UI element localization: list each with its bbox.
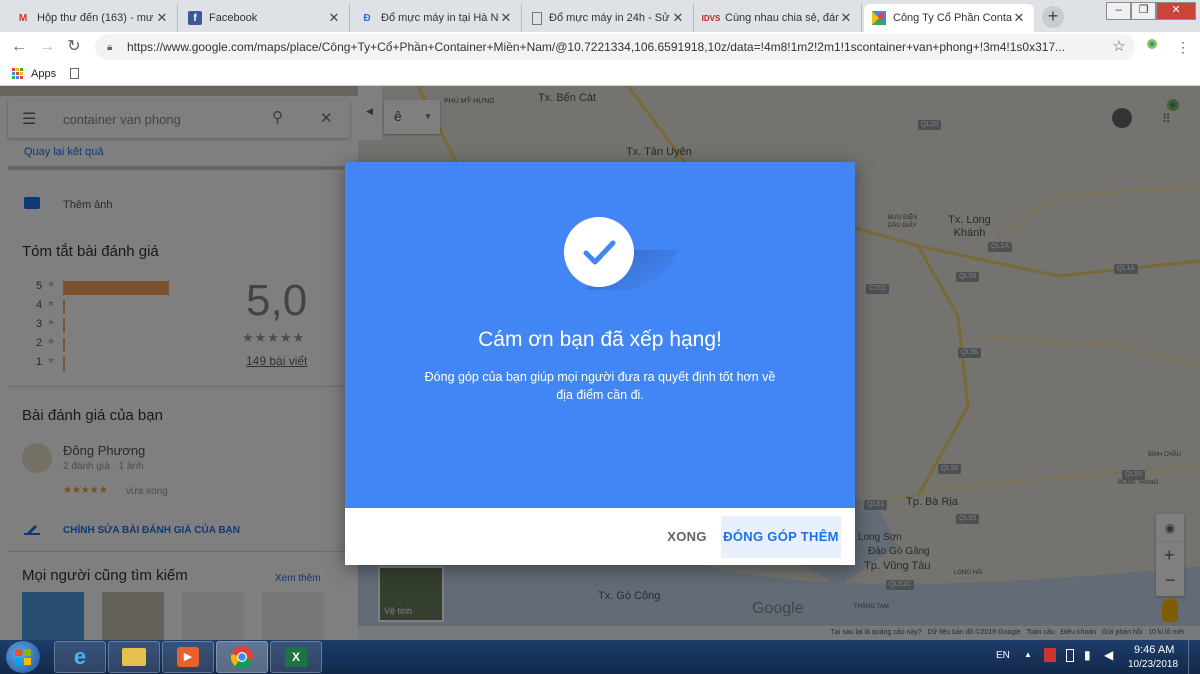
- clock-date[interactable]: 10/23/2018: [1128, 659, 1178, 670]
- tab-title: Công Ty Cổ Phần Conta: [893, 12, 1012, 24]
- tab-strip: M Hộp thư đến (163) - mư ✕ f Facebook ✕ …: [0, 0, 1200, 32]
- lock-icon: 🔒︎: [107, 41, 113, 53]
- dialog-title: Cám ơn bạn đã xếp hạng!: [478, 328, 722, 351]
- tab-title: Đổ mực máy in tại Hà Nộ: [381, 12, 499, 24]
- window-close-button[interactable]: ✕: [1156, 2, 1196, 20]
- dialog-header: Cám ơn bạn đã xếp hạng! Đóng góp của bạn…: [345, 162, 855, 508]
- excel-icon[interactable]: X: [270, 641, 322, 673]
- close-icon[interactable]: ✕: [499, 10, 513, 26]
- minimize-button[interactable]: –: [1106, 2, 1131, 20]
- network-icon[interactable]: ▮: [1084, 648, 1091, 662]
- file-explorer-icon[interactable]: [108, 641, 160, 673]
- url-text: https://www.google.com/maps/place/Công+T…: [127, 40, 1066, 54]
- maps-content: ☰ container van phong ⚲ ✕ Quay lại kết q…: [0, 86, 1200, 640]
- tab-gmail[interactable]: M Hộp thư đến (163) - mư ✕: [8, 4, 178, 32]
- gmail-icon: M: [18, 12, 28, 24]
- close-icon[interactable]: ✕: [155, 10, 169, 26]
- menu-icon[interactable]: ⋮: [1172, 36, 1194, 58]
- internet-explorer-icon[interactable]: e: [54, 641, 106, 673]
- show-desktop-button[interactable]: [1188, 640, 1200, 674]
- check-circle: [564, 217, 634, 287]
- bookmarks-bar: Apps: [0, 62, 1200, 86]
- tab-google-maps[interactable]: Công Ty Cổ Phần Conta ✕: [864, 4, 1034, 32]
- extension-icon[interactable]: [1141, 36, 1163, 58]
- tab-title: Cùng nhau chia sẻ, đánh: [725, 12, 839, 24]
- close-icon[interactable]: ✕: [1012, 10, 1026, 26]
- restore-button[interactable]: ❐: [1131, 2, 1156, 20]
- new-tab-button[interactable]: +: [1042, 6, 1064, 28]
- page-icon: Ð: [363, 12, 371, 24]
- clock-time[interactable]: 9:46 AM: [1134, 644, 1174, 656]
- forward-arrow-icon[interactable]: →: [36, 36, 58, 58]
- close-icon[interactable]: ✕: [671, 10, 685, 26]
- apps-icon[interactable]: [12, 68, 23, 79]
- tab-do-muc-24h[interactable]: Đổ mực máy in 24h - Sử ✕: [524, 4, 694, 32]
- volume-icon[interactable]: ◀: [1104, 648, 1113, 662]
- document-icon: [532, 11, 542, 25]
- close-icon[interactable]: ✕: [839, 10, 853, 26]
- thank-you-dialog: Cám ơn bạn đã xếp hạng! Đóng góp của bạn…: [345, 162, 855, 565]
- tab-title: Facebook: [209, 12, 258, 24]
- flag-icon[interactable]: [1044, 648, 1056, 662]
- checkmark-icon: [583, 240, 616, 265]
- start-button[interactable]: [6, 641, 40, 673]
- done-button[interactable]: XONG: [657, 516, 717, 558]
- tab-do-muc-ha-noi[interactable]: Ð Đổ mực máy in tại Hà Nộ ✕: [352, 4, 522, 32]
- tray-expand-icon[interactable]: ▲: [1024, 650, 1032, 659]
- apps-link[interactable]: Apps: [31, 68, 56, 80]
- back-arrow-icon[interactable]: ←: [8, 36, 30, 58]
- bookmark-star-icon[interactable]: ☆: [1108, 36, 1130, 58]
- tab-title: Hộp thư đến (163) - mư: [37, 12, 154, 24]
- language-indicator[interactable]: EN: [996, 650, 1010, 661]
- maps-icon: [872, 11, 886, 25]
- dialog-message: Đóng góp của bạn giúp mọi người đưa ra q…: [424, 370, 776, 402]
- bookmark-page-icon[interactable]: [70, 68, 80, 79]
- reload-icon[interactable]: ↻: [63, 36, 85, 58]
- contribute-more-button[interactable]: ĐÓNG GÓP THÊM: [721, 516, 841, 558]
- windows-taskbar: e ▶ X EN ▲ ▮ ◀ 9:46 AM 10/23/2018: [0, 640, 1200, 674]
- address-bar[interactable]: 🔒︎ https://www.google.com/maps/place/Côn…: [95, 34, 1135, 60]
- chrome-icon[interactable]: [216, 641, 268, 673]
- battery-icon[interactable]: [1066, 649, 1074, 662]
- tab-title: Đổ mực máy in 24h - Sử: [549, 12, 670, 24]
- close-icon[interactable]: ✕: [327, 10, 341, 26]
- tab-cung-nhau[interactable]: IDVS Cùng nhau chia sẻ, đánh ✕: [696, 4, 862, 32]
- media-player-icon[interactable]: ▶: [162, 641, 214, 673]
- site-icon: IDVS: [701, 13, 721, 23]
- browser-toolbar: ← → ↻ 🔒︎ https://www.google.com/maps/pla…: [0, 32, 1200, 62]
- facebook-icon: f: [188, 11, 202, 25]
- tab-facebook[interactable]: f Facebook ✕: [180, 4, 350, 32]
